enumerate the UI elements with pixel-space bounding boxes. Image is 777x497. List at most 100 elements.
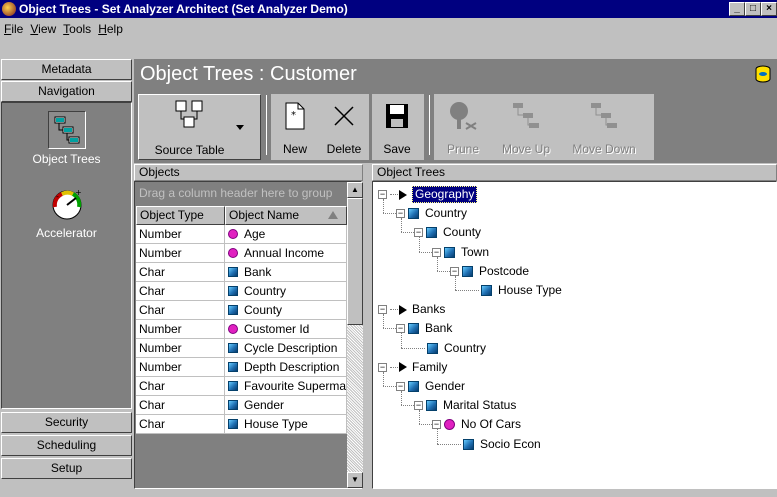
tree-node-label: Town — [461, 244, 490, 259]
table-row[interactable]: Number Age — [136, 225, 347, 244]
tree-node[interactable]: − No Of Cars — [432, 415, 521, 434]
menu-file[interactable]: File — [4, 22, 23, 36]
collapse-icon[interactable]: − — [432, 247, 441, 257]
collapse-icon[interactable]: − — [378, 190, 387, 199]
menu-view[interactable]: View — [30, 22, 56, 36]
object-name-cell: Country — [225, 282, 347, 301]
tree-node[interactable]: − Geography — [378, 185, 478, 204]
tree-node[interactable]: − Marital Status — [414, 396, 516, 415]
scroll-down-button[interactable]: ▼ — [347, 472, 363, 488]
move-up-button[interactable]: Move Up — [496, 98, 556, 156]
object-name-cell: Cycle Description — [225, 339, 347, 358]
tree-node[interactable]: − Family — [378, 358, 447, 377]
tree-node[interactable]: − County — [414, 223, 481, 242]
tree-node-label: Postcode — [479, 263, 530, 278]
prune-button[interactable]: Prune — [438, 98, 488, 156]
tree-node[interactable]: − Banks — [378, 300, 445, 319]
nav-metadata-button[interactable]: Metadata — [1, 59, 132, 80]
object-name-text: Gender — [244, 398, 285, 412]
table-row[interactable]: Char Favourite Supermarket — [136, 377, 347, 396]
object-type-cell: Number — [136, 244, 225, 263]
maximize-button[interactable]: □ — [745, 2, 761, 16]
group-by-area[interactable]: Drag a column header here to group — [139, 186, 347, 200]
dropdown-arrow-icon[interactable] — [236, 125, 244, 130]
tree-node-label: Geography — [412, 186, 478, 203]
object-name-cell: House Type — [225, 415, 347, 434]
nav-security-button[interactable]: Security — [1, 412, 132, 433]
table-row[interactable]: Char Gender — [136, 396, 347, 415]
collapse-icon[interactable]: − — [432, 420, 441, 430]
toolbar: Source Table * New Delete Save Prune Mov… — [134, 91, 777, 163]
table-row[interactable]: Number Cycle Description — [136, 339, 347, 358]
tree-connector — [383, 199, 384, 214]
cube-object-icon — [408, 323, 419, 335]
cube-object-icon — [463, 438, 474, 450]
tree-node[interactable]: Country — [427, 339, 486, 358]
table-row[interactable]: Char House Type — [136, 415, 347, 434]
nav-setup-button[interactable]: Setup — [1, 458, 132, 479]
column-header-object-type[interactable]: Object Type — [136, 206, 225, 225]
new-button[interactable]: * New — [275, 98, 315, 156]
nav-item-label: Accelerator — [36, 226, 97, 240]
collapse-icon[interactable]: − — [450, 266, 459, 276]
nav-scheduling-button[interactable]: Scheduling — [1, 435, 132, 456]
tree-node[interactable]: − Country — [396, 204, 467, 223]
tree-connector — [437, 270, 450, 272]
edit-group: * New Delete — [271, 94, 369, 160]
menu-help[interactable]: Help — [98, 22, 123, 36]
scroll-thumb[interactable] — [347, 198, 363, 325]
table-row[interactable]: Number Customer Id — [136, 320, 347, 339]
vertical-scrollbar[interactable]: ▲ ▼ — [347, 182, 363, 488]
minimize-button[interactable]: _ — [729, 2, 745, 16]
new-document-icon: * — [275, 98, 315, 134]
table-row[interactable]: Number Depth Description — [136, 358, 347, 377]
sort-ascending-icon — [328, 211, 338, 219]
table-row[interactable]: Char Country — [136, 282, 347, 301]
tree-connector — [437, 443, 461, 445]
numeric-object-icon — [228, 229, 238, 239]
tree-node-label: No Of Cars — [461, 417, 522, 432]
save-button[interactable]: Save — [374, 98, 420, 156]
source-table-icon — [147, 99, 232, 135]
table-row[interactable]: Number Annual Income — [136, 244, 347, 263]
collapse-icon[interactable]: − — [414, 401, 423, 411]
tree-node[interactable]: Socio Econ — [463, 435, 541, 454]
page-title: Object Trees : Customer — [140, 63, 357, 85]
tree-connector — [437, 429, 438, 444]
tree-node-label: Country — [444, 340, 487, 355]
table-row[interactable]: Char Bank — [136, 263, 347, 282]
collapse-icon[interactable]: − — [414, 228, 423, 238]
menu-tools[interactable]: Tools — [63, 22, 91, 36]
object-type-cell: Char — [136, 396, 225, 415]
tree-node[interactable]: − Gender — [396, 377, 465, 396]
tree-connector — [419, 237, 420, 252]
delete-button[interactable]: Delete — [321, 98, 367, 156]
collapse-icon[interactable]: − — [396, 324, 405, 334]
nav-item-object-trees[interactable]: Object Trees — [2, 111, 131, 166]
scroll-up-button[interactable]: ▲ — [347, 182, 363, 198]
tree-node[interactable]: − Town — [432, 243, 489, 262]
tree-node[interactable]: − Postcode — [450, 262, 529, 281]
collapse-icon[interactable]: − — [396, 209, 405, 219]
nav-navigation-button[interactable]: Navigation — [1, 81, 132, 102]
source-table-button[interactable]: Source Table — [147, 99, 232, 157]
column-header-object-name[interactable]: Object Name — [225, 206, 347, 225]
close-button[interactable]: × — [761, 2, 777, 16]
cube-object-icon — [426, 227, 437, 239]
object-type-cell: Char — [136, 282, 225, 301]
tree-node[interactable]: House Type — [481, 281, 562, 300]
nav-item-accelerator[interactable]: - + Accelerator — [2, 185, 131, 240]
object-name-cell: Age — [225, 225, 347, 244]
collapse-icon[interactable]: − — [378, 305, 387, 315]
tree-node[interactable]: − Bank — [396, 319, 452, 338]
cube-object-icon — [228, 400, 238, 410]
object-name-text: Customer Id — [244, 322, 310, 336]
app-icon[interactable] — [2, 2, 16, 16]
table-row[interactable]: Char County — [136, 301, 347, 320]
scroll-track[interactable] — [347, 325, 363, 472]
move-down-button[interactable]: Move Down — [564, 98, 644, 156]
collapse-icon[interactable]: − — [396, 382, 405, 391]
collapse-icon[interactable]: − — [378, 362, 387, 372]
tree-node-label: Bank — [425, 321, 453, 336]
cube-object-icon — [444, 246, 455, 258]
